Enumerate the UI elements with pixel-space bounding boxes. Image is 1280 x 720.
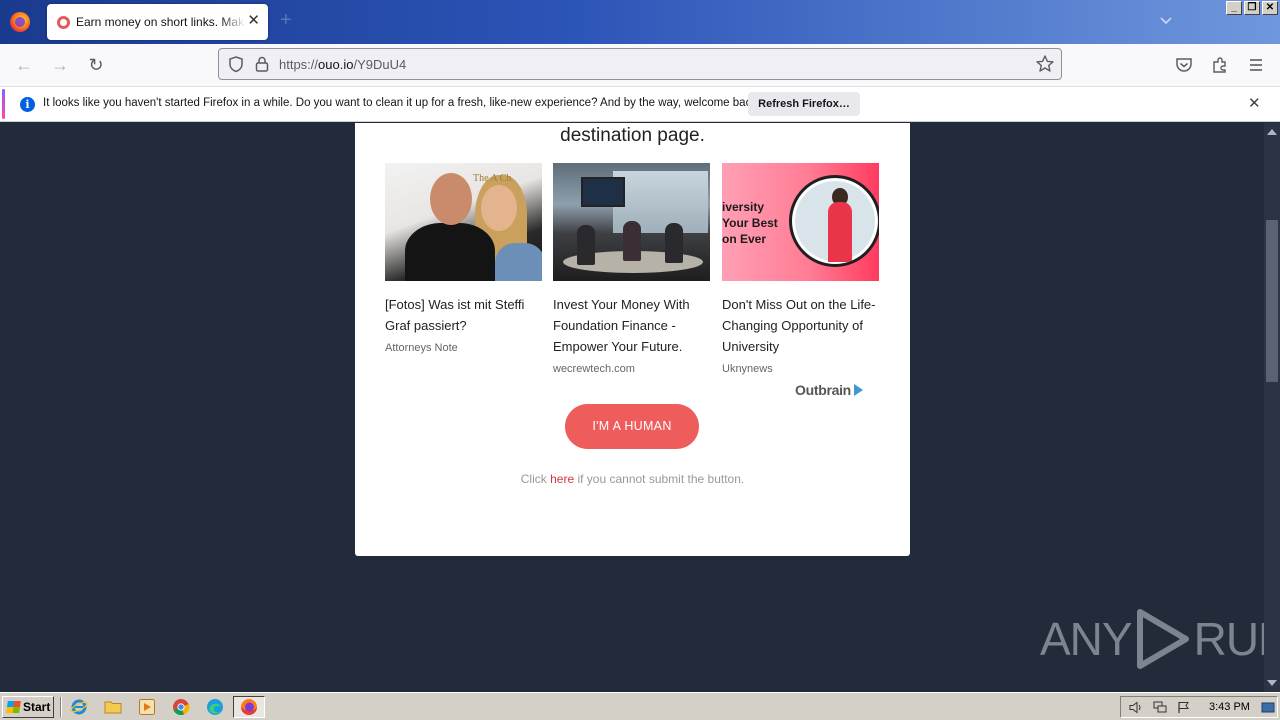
ad-source: Uknynews [722, 363, 773, 375]
window-controls: _ ❐ ✕ [1226, 1, 1278, 15]
url-bar[interactable]: https://ouo.io/Y9DuU4 [218, 48, 1062, 80]
ad-title[interactable]: Invest Your Money With Foundation Financ… [553, 294, 710, 357]
notification-text: It looks like you haven't started Firefo… [43, 97, 761, 109]
fallback-prefix: Click [520, 472, 551, 486]
url-text[interactable]: https://ouo.io/Y9DuU4 [279, 57, 406, 72]
tab-active[interactable]: Earn money on short links. Make short li… [47, 4, 268, 40]
edge-icon[interactable] [206, 698, 224, 716]
list-all-tabs-icon[interactable] [1158, 14, 1174, 28]
taskbar-clock[interactable]: 3:43 PM [1209, 701, 1250, 713]
ad-source: Attorneys Note [385, 342, 458, 354]
url-scheme: https:// [279, 57, 319, 72]
chrome-icon[interactable] [172, 698, 190, 716]
url-path: /Y9DuU4 [353, 57, 407, 72]
extensions-icon[interactable] [1210, 55, 1230, 75]
tab-title: Earn money on short links. Make short li… [76, 15, 246, 29]
ad-image-text: The A Ch [473, 173, 512, 184]
fallback-instructions: Click here if you cannot submit the butt… [355, 472, 910, 486]
content-card: destination page. The A Ch [Fotos] Was i… [355, 123, 910, 556]
play-logo-icon [1136, 609, 1189, 669]
tracking-protection-icon[interactable] [227, 55, 245, 73]
im-a-human-button[interactable]: I'M A HUMAN [565, 404, 699, 449]
firefox-menu-icon[interactable] [10, 12, 30, 32]
refresh-firefox-button[interactable]: Refresh Firefox… [748, 92, 860, 116]
ad-image-text: iversity Your Best on Ever [722, 200, 778, 246]
pocket-icon[interactable] [1174, 55, 1194, 75]
ad-title[interactable]: [Fotos] Was ist mit Steffi Graf passiert… [385, 294, 542, 336]
info-icon: i [20, 97, 35, 112]
ad-image[interactable]: The A Ch [385, 163, 542, 281]
system-tray: 3:43 PM [1120, 696, 1278, 718]
ad-item[interactable]: iversity Your Best on Ever Don't Miss Ou… [722, 163, 879, 375]
media-player-icon[interactable] [138, 698, 156, 716]
bookmark-star-icon[interactable] [1035, 54, 1055, 74]
back-icon[interactable]: ← [14, 55, 34, 75]
start-label: Start [23, 700, 51, 714]
ad-item[interactable]: The A Ch [Fotos] Was ist mit Steffi Graf… [385, 163, 542, 354]
ad-image[interactable]: iversity Your Best on Ever [722, 163, 879, 281]
file-explorer-icon[interactable] [104, 698, 122, 716]
site-favicon-icon [57, 16, 70, 29]
outbrain-arrow-icon [853, 384, 863, 396]
firefox-icon [241, 699, 257, 715]
fallback-suffix: if you cannot submit the button. [574, 472, 745, 486]
watermark-left: ANY [1040, 613, 1133, 665]
start-button[interactable]: Start [2, 696, 54, 718]
title-bar: Earn money on short links. Make short li… [0, 0, 1280, 44]
page-scrollbar[interactable] [1264, 123, 1280, 692]
outbrain-logo[interactable]: Outbrain [795, 382, 863, 398]
refresh-firefox-notification: i It looks like you haven't started Fire… [0, 86, 1280, 122]
ad-title[interactable]: Don't Miss Out on the Life-Changing Oppo… [722, 294, 879, 357]
taskbar: Start 3:43 PM [0, 692, 1280, 720]
scroll-thumb[interactable] [1266, 220, 1278, 382]
url-host: ouo.io [318, 57, 354, 72]
destination-heading: destination page. [560, 125, 705, 146]
minimize-icon[interactable]: _ [1226, 1, 1242, 15]
new-tab-icon[interactable]: + [280, 10, 292, 30]
internet-explorer-icon[interactable] [70, 698, 88, 716]
ad-image[interactable] [553, 163, 710, 281]
volume-icon[interactable] [1129, 701, 1143, 714]
close-tab-icon[interactable]: ✕ [247, 13, 260, 29]
scroll-up-icon[interactable] [1267, 129, 1277, 135]
lock-icon[interactable] [254, 55, 270, 73]
restore-icon[interactable]: ❐ [1244, 1, 1260, 15]
close-window-icon[interactable]: ✕ [1262, 1, 1278, 15]
forward-icon[interactable]: → [50, 55, 70, 75]
anyrun-watermark: ANY RUN [1040, 607, 1280, 671]
network-icon[interactable] [1153, 701, 1167, 714]
outbrain-label: Outbrain [795, 382, 851, 398]
here-link[interactable]: here [550, 472, 574, 486]
firefox-taskbar-button[interactable] [233, 696, 265, 718]
show-desktop-icon[interactable] [1261, 701, 1275, 714]
scroll-down-icon[interactable] [1267, 680, 1277, 686]
hamburger-menu-icon[interactable] [1246, 55, 1266, 75]
ad-source: wecrewtech.com [553, 363, 635, 375]
action-center-flag-icon[interactable] [1177, 701, 1191, 714]
navigation-bar: ← → ↻ https://ouo.io/Y9DuU4 [0, 44, 1280, 86]
close-notification-icon[interactable]: ✕ [1248, 95, 1261, 113]
windows-logo-icon [6, 701, 21, 713]
reload-icon[interactable]: ↻ [86, 55, 106, 75]
ad-item[interactable]: Invest Your Money With Foundation Financ… [553, 163, 710, 375]
